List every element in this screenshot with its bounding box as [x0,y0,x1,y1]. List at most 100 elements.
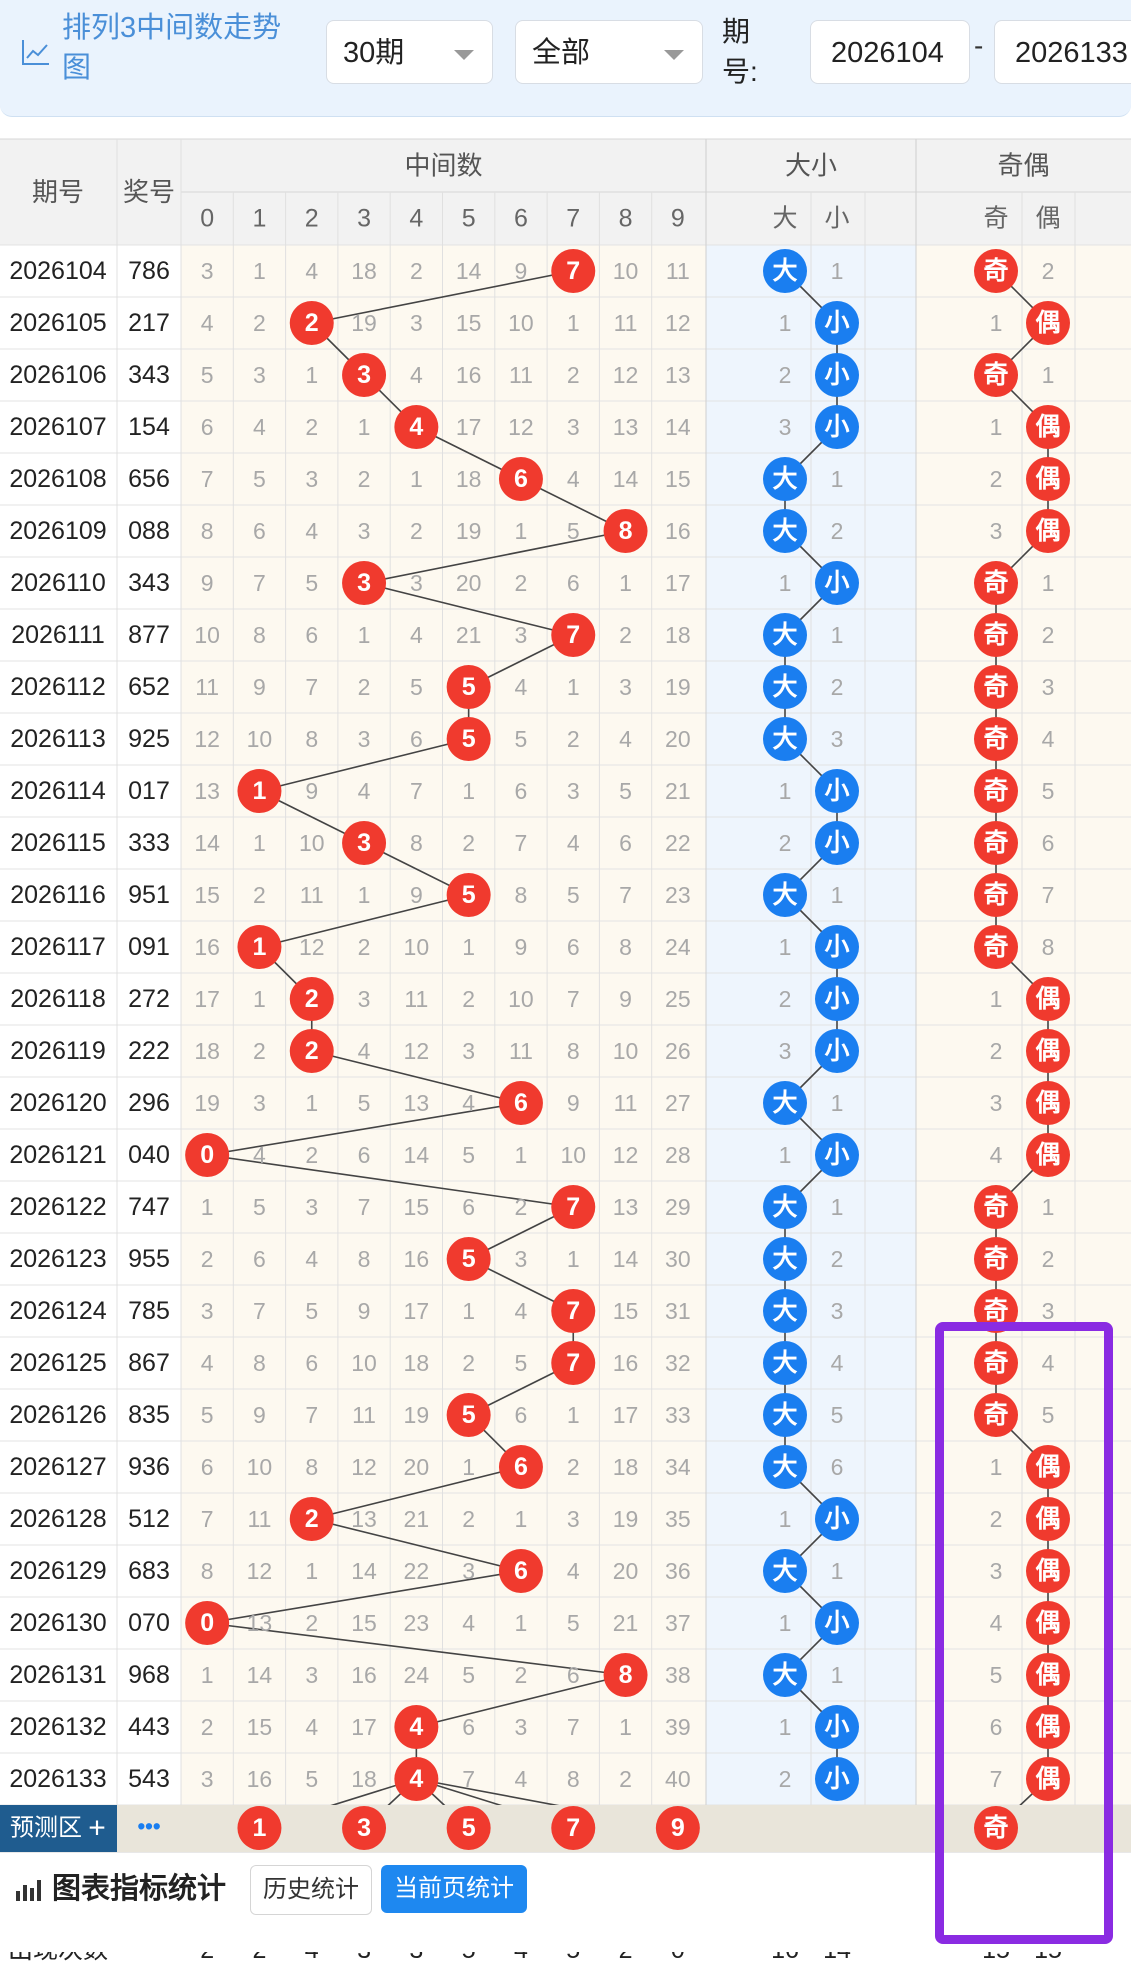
odd-ball: 奇 [974,249,1018,293]
miss-count: 22 [665,830,691,856]
svg-text:小: 小 [824,933,849,961]
even-ball: 偶 [1026,1497,1070,1541]
miss-count: 6 [410,726,423,752]
miss-count: 36 [665,1558,691,1584]
row-issue: 2026104 [9,257,106,285]
miss-count: 8 [253,1350,266,1376]
miss-count: 16 [404,1246,430,1272]
row-issue: 2026127 [9,1453,106,1481]
miss-count: 1 [253,258,266,284]
miss-count: 1 [515,1142,528,1168]
miss-count: 8 [305,1454,318,1480]
svg-text:奇: 奇 [983,1245,1008,1273]
history-stats-button[interactable]: 历史统计 [250,1865,372,1915]
miss-count: 14 [456,258,482,284]
miss-count: 25 [665,986,691,1012]
even-ball: 偶 [1026,1601,1070,1645]
miss-count: 10 [508,986,534,1012]
row-prize: 786 [128,257,170,285]
odd-ball: 奇 [974,717,1018,761]
small-ball: 小 [815,353,859,397]
odd-ball: 奇 [974,353,1018,397]
miss-count: 18 [194,1038,220,1064]
row-prize: 652 [128,673,170,701]
miss-count: 20 [456,570,482,596]
row-prize: 296 [128,1089,170,1117]
miss-count: 8 [201,518,214,544]
miss-count: 2 [410,258,423,284]
row-issue: 2026130 [9,1609,106,1637]
svg-text:大: 大 [772,725,797,753]
row-prize: 333 [128,829,170,857]
miss-count: 5 [619,778,632,804]
row-prize: 968 [128,1661,170,1689]
miss-count: 6 [515,778,528,804]
miss-count: 1 [990,310,1003,336]
miss-count: 9 [305,778,318,804]
miss-count: 7 [305,674,318,700]
middle-digit-ball: 7 [551,1289,596,1333]
miss-count: 4 [201,1350,214,1376]
middle-digit-ball: 7 [551,249,596,293]
svg-text:4: 4 [409,1713,423,1741]
row-prize: 088 [128,517,170,545]
miss-count: 4 [1042,1350,1055,1376]
odd-ball: 奇 [974,1289,1018,1333]
miss-count: 3 [567,414,580,440]
miss-count: 2 [619,1766,632,1792]
row-prize: 217 [128,309,170,337]
svg-text:偶: 偶 [1035,309,1060,337]
miss-count: 6 [831,1454,844,1480]
row-issue: 2026120 [9,1089,106,1117]
miss-count: 34 [665,1454,691,1480]
miss-count: 1 [567,1246,580,1272]
miss-count: 5 [567,518,580,544]
miss-count: 15 [665,466,691,492]
svg-text:2: 2 [305,1037,319,1065]
svg-text:偶: 偶 [1035,1765,1060,1793]
miss-count: 5 [201,362,214,388]
small-ball: 小 [815,1133,859,1177]
miss-count: 2 [1042,258,1055,284]
miss-count: 4 [619,726,632,752]
miss-count: 1 [305,1090,318,1116]
more-icon: ••• [137,1814,160,1839]
miss-count: 12 [613,1142,639,1168]
miss-count: 10 [404,934,430,960]
miss-count: 2 [358,674,371,700]
miss-count: 1 [567,674,580,700]
miss-count: 1 [305,1558,318,1584]
miss-count: 3 [201,1298,214,1324]
miss-count: 5 [990,1662,1003,1688]
miss-count: 2 [990,1506,1003,1532]
svg-text:小: 小 [824,413,849,441]
miss-count: 11 [614,310,638,336]
even-ball: 偶 [1026,1705,1070,1749]
col-header-size: 大小 [785,151,837,181]
svg-text:奇: 奇 [983,1814,1008,1842]
miss-count: 2 [305,414,318,440]
current-page-stats-button[interactable]: 当前页统计 [381,1865,527,1913]
miss-count: 3 [779,414,792,440]
miss-count: 11 [352,1402,376,1428]
miss-count: 10 [351,1350,377,1376]
big-ball: 大 [763,1237,807,1281]
row-prize: 343 [128,569,170,597]
miss-count: 3 [201,1766,214,1792]
miss-count: 9 [253,1402,266,1428]
miss-count: 40 [665,1766,691,1792]
miss-count: 8 [358,1246,371,1272]
miss-count: 11 [509,362,533,388]
miss-count: 4 [462,1610,475,1636]
miss-count: 1 [462,1454,475,1480]
svg-text:小: 小 [824,1609,849,1637]
col-header-digit: 6 [514,205,528,233]
miss-count: 12 [665,310,691,336]
miss-count: 4 [305,258,318,284]
miss-count: 8 [1042,934,1055,960]
miss-count: 10 [560,1142,586,1168]
big-ball: 大 [763,1445,807,1489]
miss-count: 5 [567,882,580,908]
row-prize: 951 [128,881,170,909]
odd-ball: 奇 [974,1237,1018,1281]
